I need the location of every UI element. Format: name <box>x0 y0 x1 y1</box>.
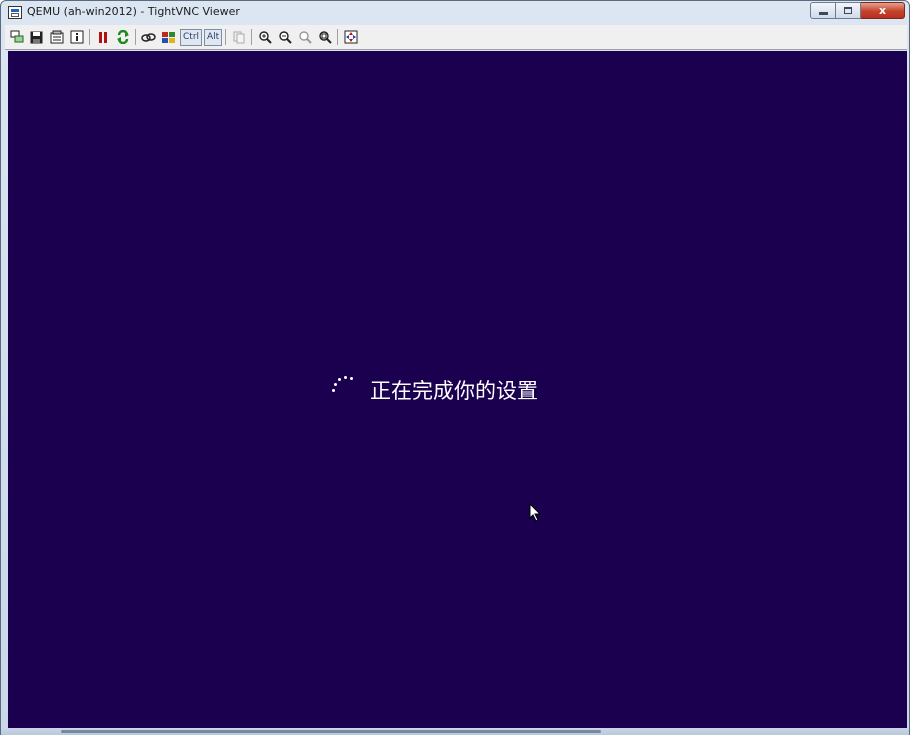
mouse-pointer-icon <box>529 503 542 522</box>
ctrl-key-button[interactable]: Ctrl <box>180 28 203 46</box>
window-controls: x <box>810 2 905 20</box>
close-icon: x <box>878 4 887 17</box>
info-icon[interactable] <box>68 29 85 46</box>
ctrl-alt-del-icon[interactable] <box>140 29 157 46</box>
clipboard-icon[interactable] <box>230 29 247 46</box>
minimize-icon <box>819 12 828 15</box>
remote-desktop-screen[interactable]: 正在完成你的设置 <box>8 51 907 728</box>
horizontal-scrollbar[interactable] <box>61 730 601 733</box>
alt-key-button[interactable]: Alt <box>204 28 223 46</box>
zoom-100-icon[interactable] <box>296 29 313 46</box>
options-icon[interactable] <box>48 29 65 46</box>
vnc-viewer-window: QEMU (ah-win2012) - TightVNC Viewer x Ct… <box>0 0 910 735</box>
pause-icon[interactable] <box>94 29 111 46</box>
win-key-icon[interactable] <box>160 29 177 46</box>
toolbar-separator <box>251 29 253 45</box>
zoom-out-icon[interactable] <box>276 29 293 46</box>
app-icon[interactable] <box>8 6 22 19</box>
zoom-in-icon[interactable] <box>256 29 273 46</box>
fullscreen-icon[interactable] <box>342 29 359 46</box>
save-icon[interactable] <box>28 29 45 46</box>
maximize-icon <box>844 7 852 14</box>
minimize-button[interactable] <box>810 2 836 19</box>
zoom-fit-icon[interactable] <box>316 29 333 46</box>
toolbar-separator <box>337 29 339 45</box>
maximize-button[interactable] <box>836 2 861 19</box>
title-bar[interactable]: QEMU (ah-win2012) - TightVNC Viewer x <box>1 1 909 24</box>
toolbar-separator <box>89 29 90 45</box>
toolbar: Ctrl Alt <box>5 25 907 50</box>
refresh-icon[interactable] <box>114 29 131 46</box>
window-title: QEMU (ah-win2012) - TightVNC Viewer <box>27 5 240 18</box>
loading-spinner-icon <box>330 373 356 399</box>
status-text: 正在完成你的设置 <box>370 379 538 403</box>
toolbar-separator <box>135 29 136 45</box>
toolbar-separator <box>225 29 227 45</box>
close-button[interactable]: x <box>861 2 905 19</box>
new-connection-icon[interactable] <box>8 29 25 46</box>
